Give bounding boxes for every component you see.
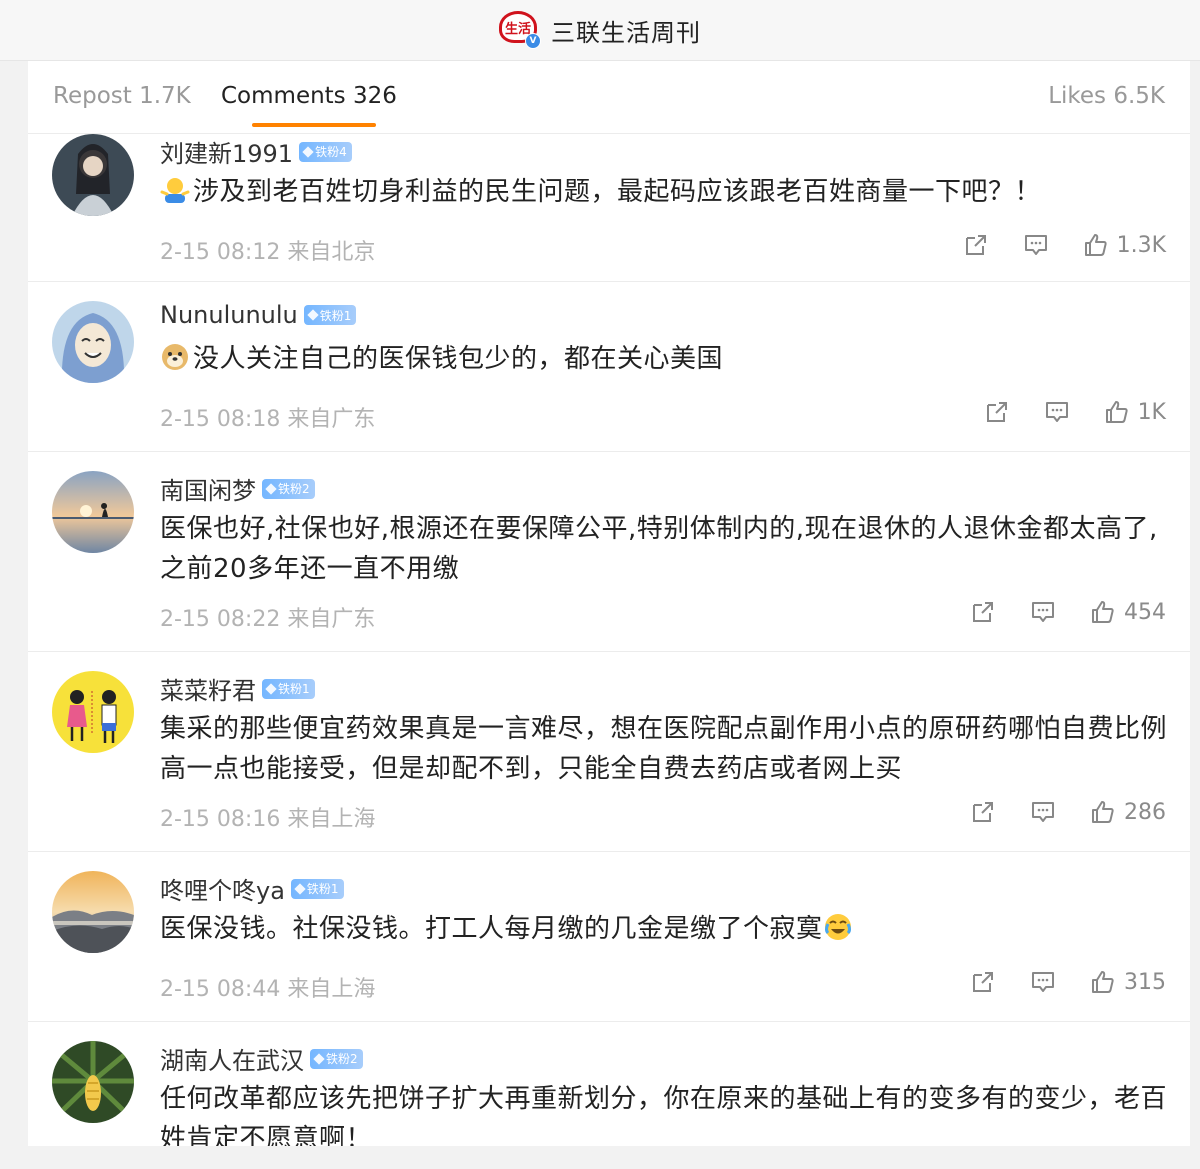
share-icon[interactable] — [970, 599, 996, 625]
like-button[interactable]: 315 — [1090, 969, 1166, 995]
comment-actions: 1K — [984, 399, 1166, 425]
active-tab-indicator — [252, 123, 376, 127]
fan-badge-label: 铁粉4 — [315, 145, 347, 159]
comment-icon[interactable] — [1030, 799, 1056, 825]
like-button[interactable]: 1K — [1104, 399, 1166, 425]
comment-text-row: 涉及到老百姓切身利益的民生问题，最起码应该跟老百姓商量一下吧？！ — [160, 172, 1170, 212]
top-bar: 生活 V 三联生活周刊 — [0, 0, 1200, 61]
comment-text: 涉及到老百姓切身利益的民生问题，最起码应该跟老百姓商量一下吧？！ — [193, 177, 1042, 207]
comment-text-row: 没人关注自己的医保钱包少的，都在关心美国 — [160, 339, 1170, 379]
comment-actions: 454 — [970, 599, 1166, 625]
comment-text: 医保也好,社保也好,根源还在要保障公平,特别体制内的,现在退休的人退休金都太高了… — [160, 514, 1158, 584]
tab-comments[interactable]: Comments 326 — [221, 83, 397, 109]
comment-item: 南国闲梦 铁粉2 医保也好,社保也好,根源还在要保障公平,特别体制内的,现在退休… — [28, 451, 1190, 652]
avatar[interactable] — [52, 871, 134, 953]
thumbs-up-icon — [1092, 601, 1114, 623]
like-count: 286 — [1124, 799, 1166, 825]
like-button[interactable]: 454 — [1090, 599, 1166, 625]
avatar[interactable] — [52, 134, 134, 216]
fan-badge: 铁粉4 — [299, 141, 352, 162]
fan-badge: 铁粉1 — [303, 305, 357, 325]
verified-icon: V — [525, 33, 541, 49]
comment-item: 湖南人在武汉 铁粉2 任何改革都应该先把饼子扩大再重新划分，你在原来的基础上有的… — [28, 1021, 1190, 1146]
like-count: 1.3K — [1116, 232, 1166, 258]
comment-item: 刘建新1991 铁粉4 涉及到老百姓切身利益的民生问题，最起码应该跟老百姓商量一… — [28, 134, 1190, 282]
tab-bar: Repost 1.7K Comments 326 Likes 6.5K — [28, 61, 1190, 134]
comment-actions: 1.3K — [963, 232, 1166, 258]
comment-item: Nunulunulu 铁粉1 没人关注自己的医保钱包少的，都在关心美国 2-15… — [28, 281, 1190, 452]
avatar[interactable] — [52, 301, 134, 383]
comment-meta: 2-15 08:44 来自上海 — [160, 977, 376, 1002]
like-button[interactable]: 1.3K — [1083, 232, 1166, 258]
fan-badge-label: 铁粉2 — [278, 482, 310, 496]
fan-badge-label: 铁粉1 — [319, 308, 352, 323]
username[interactable]: 南国闲梦 — [160, 471, 256, 506]
username-row: 刘建新1991 铁粉4 — [160, 134, 352, 169]
fan-badge-label: 铁粉2 — [326, 1052, 358, 1066]
fan-badge: 铁粉1 — [290, 878, 344, 899]
username-row: 咚哩个咚ya 铁粉1 — [160, 871, 344, 906]
fan-badge: 铁粉2 — [262, 478, 315, 499]
username[interactable]: 湖南人在武汉 — [160, 1041, 304, 1076]
comment-icon[interactable] — [1030, 969, 1056, 995]
username-row: 菜菜籽君 铁粉1 — [160, 671, 315, 706]
username-row: 南国闲梦 铁粉2 — [160, 471, 315, 506]
avatar[interactable] — [52, 1041, 134, 1123]
like-button[interactable]: 286 — [1090, 799, 1166, 825]
comment-actions: 286 — [970, 799, 1166, 825]
comment-text: 没人关注自己的医保钱包少的，都在关心美国 — [193, 344, 724, 374]
fan-badge-label: 铁粉1 — [306, 882, 339, 896]
share-icon[interactable] — [963, 232, 989, 258]
account-name[interactable]: 三联生活周刊 — [551, 13, 701, 48]
avatar[interactable] — [52, 471, 134, 553]
comment-text-row: 医保没钱。社保没钱。打工人每月缴的几金是缴了个寂寞 — [160, 909, 1170, 949]
diamond-icon — [265, 482, 277, 495]
doge-emoji-icon — [162, 344, 188, 370]
share-icon[interactable] — [984, 399, 1010, 425]
thumbs-up-icon — [1092, 801, 1114, 823]
comment-text: 医保没钱。社保没钱。打工人每月缴的几金是缴了个寂寞 — [160, 914, 823, 944]
comment-actions: 315 — [970, 969, 1166, 995]
username[interactable]: 菜菜籽君 — [160, 671, 256, 706]
comment-meta: 2-15 08:22 来自广东 — [160, 607, 376, 632]
thumbs-up-icon — [1105, 401, 1128, 423]
crying-laughing-emoji-icon — [824, 914, 851, 940]
fan-badge: 铁粉2 — [310, 1048, 363, 1069]
like-count: 315 — [1124, 969, 1166, 995]
fan-badge: 铁粉1 — [262, 678, 315, 699]
username[interactable]: Nunulunulu — [160, 301, 298, 329]
share-icon[interactable] — [970, 799, 996, 825]
like-count: 1K — [1137, 399, 1166, 425]
comment-text: 任何改革都应该先把饼子扩大再重新划分，你在原来的基础上有的变多有的变少，老百姓肯… — [160, 1084, 1168, 1146]
fan-badge-label: 铁粉1 — [278, 682, 310, 696]
tab-likes[interactable]: Likes 6.5K — [1048, 83, 1165, 109]
username[interactable]: 刘建新1991 — [160, 134, 293, 169]
comments-card: Repost 1.7K Comments 326 Likes 6.5K 刘建新1… — [28, 61, 1190, 1146]
account-logo[interactable]: 生活 V — [499, 11, 541, 49]
comment-item: 菜菜籽君 铁粉1 集采的那些便宜药效果真是一言难尽，想在医院配点副作用小点的原研… — [28, 651, 1190, 852]
share-icon[interactable] — [970, 969, 996, 995]
diamond-icon — [294, 882, 306, 895]
diamond-icon — [313, 1052, 325, 1065]
avatar[interactable] — [52, 671, 134, 753]
comment-meta: 2-15 08:18 来自广东 — [160, 407, 376, 432]
comment-icon[interactable] — [1030, 599, 1056, 625]
comment-item: 咚哩个咚ya 铁粉1 医保没钱。社保没钱。打工人每月缴的几金是缴了个寂寞 2-1… — [28, 851, 1190, 1022]
comment-icon[interactable] — [1023, 232, 1049, 258]
tab-repost[interactable]: Repost 1.7K — [53, 83, 191, 109]
shrug-emoji-icon — [160, 178, 190, 203]
comment-icon[interactable] — [1044, 399, 1070, 425]
comment-meta: 2-15 08:16 来自上海 — [160, 807, 376, 832]
username-row: Nunulunulu 铁粉1 — [160, 301, 357, 329]
diamond-icon — [265, 682, 277, 695]
username-row: 湖南人在武汉 铁粉2 — [160, 1041, 363, 1076]
diamond-icon — [302, 145, 314, 158]
thumbs-up-icon — [1084, 234, 1107, 256]
thumbs-up-icon — [1092, 971, 1114, 993]
username[interactable]: 咚哩个咚ya — [160, 871, 285, 906]
comment-meta: 2-15 08:12 来自北京 — [160, 240, 376, 265]
diamond-icon — [307, 309, 319, 321]
comment-text: 集采的那些便宜药效果真是一言难尽，想在医院配点副作用小点的原研药哪怕自费比例高一… — [160, 714, 1168, 784]
like-count: 454 — [1124, 599, 1166, 625]
